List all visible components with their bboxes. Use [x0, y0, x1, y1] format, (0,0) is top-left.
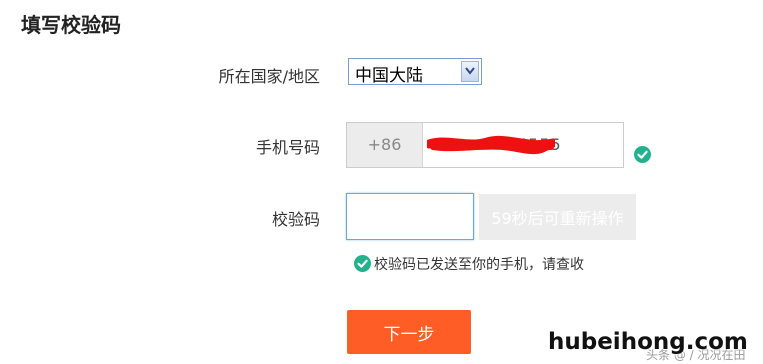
- redaction-scribble: [427, 135, 555, 155]
- check-circle-icon: [634, 146, 651, 163]
- chevron-down-icon[interactable]: [461, 61, 479, 82]
- region-select-value: 中国大陆: [355, 66, 423, 86]
- sent-hint-text: 校验码已发送至你的手机，请查收: [374, 257, 584, 273]
- code-input[interactable]: [346, 193, 474, 240]
- region-label: 所在国家/地区: [218, 67, 320, 86]
- watermark-site: hubeihong.com: [548, 329, 748, 355]
- region-select[interactable]: 中国大陆: [348, 58, 482, 86]
- code-label: 校验码: [271, 210, 320, 229]
- sent-hint: 校验码已发送至你的手机，请查收: [354, 254, 584, 274]
- phone-field[interactable]: +86 5555: [346, 122, 624, 168]
- check-circle-icon: [354, 255, 371, 272]
- phone-prefix: +86: [347, 123, 423, 167]
- page-title: 填写校验码: [21, 13, 121, 37]
- next-step-button[interactable]: 下一步: [347, 310, 471, 354]
- phone-label: 手机号码: [255, 138, 320, 157]
- resend-code-button[interactable]: 59秒后可重新操作: [479, 194, 636, 240]
